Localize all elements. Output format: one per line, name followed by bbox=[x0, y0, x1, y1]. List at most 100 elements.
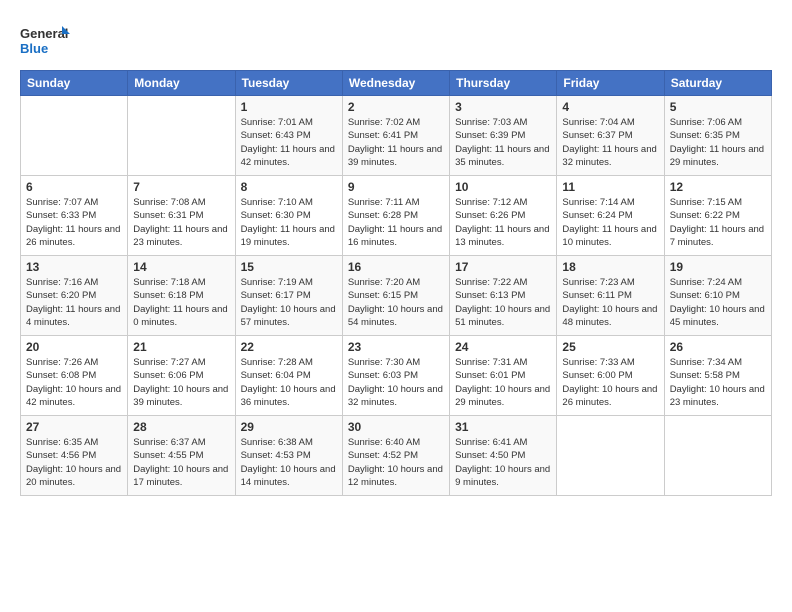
day-number: 24 bbox=[455, 340, 551, 354]
calendar-cell: 31 Sunrise: 6:41 AM Sunset: 4:50 PM Dayli… bbox=[450, 416, 557, 496]
day-info: Sunrise: 7:07 AM Sunset: 6:33 PM Dayligh… bbox=[26, 196, 122, 249]
day-info: Sunrise: 7:11 AM Sunset: 6:28 PM Dayligh… bbox=[348, 196, 444, 249]
calendar-week-row: 1 Sunrise: 7:01 AM Sunset: 6:43 PM Daylig… bbox=[21, 96, 772, 176]
calendar-cell: 1 Sunrise: 7:01 AM Sunset: 6:43 PM Daylig… bbox=[235, 96, 342, 176]
day-number: 18 bbox=[562, 260, 658, 274]
day-info: Sunrise: 7:33 AM Sunset: 6:00 PM Dayligh… bbox=[562, 356, 658, 409]
calendar-cell: 24 Sunrise: 7:31 AM Sunset: 6:01 PM Dayli… bbox=[450, 336, 557, 416]
day-number: 21 bbox=[133, 340, 229, 354]
day-info: Sunrise: 7:14 AM Sunset: 6:24 PM Dayligh… bbox=[562, 196, 658, 249]
calendar-cell bbox=[557, 416, 664, 496]
day-info: Sunrise: 7:19 AM Sunset: 6:17 PM Dayligh… bbox=[241, 276, 337, 329]
calendar-cell: 6 Sunrise: 7:07 AM Sunset: 6:33 PM Daylig… bbox=[21, 176, 128, 256]
day-number: 26 bbox=[670, 340, 766, 354]
day-number: 16 bbox=[348, 260, 444, 274]
svg-text:Blue: Blue bbox=[20, 41, 48, 56]
day-number: 27 bbox=[26, 420, 122, 434]
day-number: 25 bbox=[562, 340, 658, 354]
day-number: 6 bbox=[26, 180, 122, 194]
day-number: 31 bbox=[455, 420, 551, 434]
day-number: 2 bbox=[348, 100, 444, 114]
calendar-cell: 19Sunrise: 7:24 AM Sunset: 6:10 PM Dayli… bbox=[664, 256, 771, 336]
weekday-header: Tuesday bbox=[235, 71, 342, 96]
calendar-cell: 30 Sunrise: 6:40 AM Sunset: 4:52 PM Dayli… bbox=[342, 416, 449, 496]
logo: GeneralBlue bbox=[20, 20, 70, 60]
day-number: 4 bbox=[562, 100, 658, 114]
calendar-week-row: 13 Sunrise: 7:16 AM Sunset: 6:20 PM Dayli… bbox=[21, 256, 772, 336]
calendar-cell: 10Sunrise: 7:12 AM Sunset: 6:26 PM Dayli… bbox=[450, 176, 557, 256]
day-number: 1 bbox=[241, 100, 337, 114]
page-header: GeneralBlue bbox=[20, 20, 772, 60]
day-info: Sunrise: 7:24 AM Sunset: 6:10 PM Dayligh… bbox=[670, 276, 766, 329]
day-info: Sunrise: 6:37 AM Sunset: 4:55 PM Dayligh… bbox=[133, 436, 229, 489]
day-info: Sunrise: 6:41 AM Sunset: 4:50 PM Dayligh… bbox=[455, 436, 551, 489]
calendar-cell: 13 Sunrise: 7:16 AM Sunset: 6:20 PM Dayli… bbox=[21, 256, 128, 336]
calendar-cell: 17 Sunrise: 7:22 AM Sunset: 6:13 PM Dayli… bbox=[450, 256, 557, 336]
calendar-week-row: 20Sunrise: 7:26 AM Sunset: 6:08 PM Dayli… bbox=[21, 336, 772, 416]
day-info: Sunrise: 7:34 AM Sunset: 5:58 PM Dayligh… bbox=[670, 356, 766, 409]
calendar-cell: 25 Sunrise: 7:33 AM Sunset: 6:00 PM Dayli… bbox=[557, 336, 664, 416]
day-info: Sunrise: 7:20 AM Sunset: 6:15 PM Dayligh… bbox=[348, 276, 444, 329]
calendar-cell: 4 Sunrise: 7:04 AM Sunset: 6:37 PM Daylig… bbox=[557, 96, 664, 176]
day-number: 8 bbox=[241, 180, 337, 194]
day-info: Sunrise: 7:04 AM Sunset: 6:37 PM Dayligh… bbox=[562, 116, 658, 169]
calendar-cell: 18Sunrise: 7:23 AM Sunset: 6:11 PM Dayli… bbox=[557, 256, 664, 336]
day-info: Sunrise: 7:01 AM Sunset: 6:43 PM Dayligh… bbox=[241, 116, 337, 169]
calendar-cell: 27 Sunrise: 6:35 AM Sunset: 4:56 PM Dayli… bbox=[21, 416, 128, 496]
calendar-cell bbox=[128, 96, 235, 176]
day-info: Sunrise: 7:26 AM Sunset: 6:08 PM Dayligh… bbox=[26, 356, 122, 409]
calendar-cell: 16 Sunrise: 7:20 AM Sunset: 6:15 PM Dayli… bbox=[342, 256, 449, 336]
day-info: Sunrise: 7:18 AM Sunset: 6:18 PM Dayligh… bbox=[133, 276, 229, 329]
day-info: Sunrise: 7:27 AM Sunset: 6:06 PM Dayligh… bbox=[133, 356, 229, 409]
day-info: Sunrise: 6:38 AM Sunset: 4:53 PM Dayligh… bbox=[241, 436, 337, 489]
calendar-week-row: 6 Sunrise: 7:07 AM Sunset: 6:33 PM Daylig… bbox=[21, 176, 772, 256]
day-number: 30 bbox=[348, 420, 444, 434]
day-number: 22 bbox=[241, 340, 337, 354]
calendar-cell: 23 Sunrise: 7:30 AM Sunset: 6:03 PM Dayli… bbox=[342, 336, 449, 416]
day-number: 17 bbox=[455, 260, 551, 274]
day-number: 10 bbox=[455, 180, 551, 194]
day-number: 7 bbox=[133, 180, 229, 194]
calendar-cell: 29 Sunrise: 6:38 AM Sunset: 4:53 PM Dayli… bbox=[235, 416, 342, 496]
calendar-cell: 5 Sunrise: 7:06 AM Sunset: 6:35 PM Daylig… bbox=[664, 96, 771, 176]
day-info: Sunrise: 7:16 AM Sunset: 6:20 PM Dayligh… bbox=[26, 276, 122, 329]
day-info: Sunrise: 7:02 AM Sunset: 6:41 PM Dayligh… bbox=[348, 116, 444, 169]
day-info: Sunrise: 7:08 AM Sunset: 6:31 PM Dayligh… bbox=[133, 196, 229, 249]
calendar-cell: 3 Sunrise: 7:03 AM Sunset: 6:39 PM Daylig… bbox=[450, 96, 557, 176]
day-number: 11 bbox=[562, 180, 658, 194]
day-info: Sunrise: 7:31 AM Sunset: 6:01 PM Dayligh… bbox=[455, 356, 551, 409]
logo-svg: GeneralBlue bbox=[20, 20, 70, 60]
day-number: 29 bbox=[241, 420, 337, 434]
day-info: Sunrise: 7:28 AM Sunset: 6:04 PM Dayligh… bbox=[241, 356, 337, 409]
day-number: 23 bbox=[348, 340, 444, 354]
day-number: 28 bbox=[133, 420, 229, 434]
calendar-cell bbox=[21, 96, 128, 176]
svg-text:General: General bbox=[20, 26, 68, 41]
calendar-cell: 15 Sunrise: 7:19 AM Sunset: 6:17 PM Dayli… bbox=[235, 256, 342, 336]
day-info: Sunrise: 7:06 AM Sunset: 6:35 PM Dayligh… bbox=[670, 116, 766, 169]
calendar-cell: 12 Sunrise: 7:15 AM Sunset: 6:22 PM Dayli… bbox=[664, 176, 771, 256]
day-number: 12 bbox=[670, 180, 766, 194]
day-number: 5 bbox=[670, 100, 766, 114]
day-info: Sunrise: 7:30 AM Sunset: 6:03 PM Dayligh… bbox=[348, 356, 444, 409]
weekday-header-row: SundayMondayTuesdayWednesdayThursdayFrid… bbox=[21, 71, 772, 96]
day-info: Sunrise: 6:40 AM Sunset: 4:52 PM Dayligh… bbox=[348, 436, 444, 489]
weekday-header: Sunday bbox=[21, 71, 128, 96]
calendar-cell: 14Sunrise: 7:18 AM Sunset: 6:18 PM Dayli… bbox=[128, 256, 235, 336]
day-number: 15 bbox=[241, 260, 337, 274]
day-info: Sunrise: 6:35 AM Sunset: 4:56 PM Dayligh… bbox=[26, 436, 122, 489]
day-info: Sunrise: 7:15 AM Sunset: 6:22 PM Dayligh… bbox=[670, 196, 766, 249]
calendar-cell: 26 Sunrise: 7:34 AM Sunset: 5:58 PM Dayli… bbox=[664, 336, 771, 416]
calendar-week-row: 27 Sunrise: 6:35 AM Sunset: 4:56 PM Dayli… bbox=[21, 416, 772, 496]
weekday-header: Friday bbox=[557, 71, 664, 96]
day-number: 13 bbox=[26, 260, 122, 274]
calendar-table: SundayMondayTuesdayWednesdayThursdayFrid… bbox=[20, 70, 772, 496]
day-info: Sunrise: 7:22 AM Sunset: 6:13 PM Dayligh… bbox=[455, 276, 551, 329]
day-number: 3 bbox=[455, 100, 551, 114]
weekday-header: Monday bbox=[128, 71, 235, 96]
calendar-cell: 20Sunrise: 7:26 AM Sunset: 6:08 PM Dayli… bbox=[21, 336, 128, 416]
calendar-cell: 8Sunrise: 7:10 AM Sunset: 6:30 PM Daylig… bbox=[235, 176, 342, 256]
calendar-cell bbox=[664, 416, 771, 496]
day-number: 9 bbox=[348, 180, 444, 194]
day-info: Sunrise: 7:03 AM Sunset: 6:39 PM Dayligh… bbox=[455, 116, 551, 169]
